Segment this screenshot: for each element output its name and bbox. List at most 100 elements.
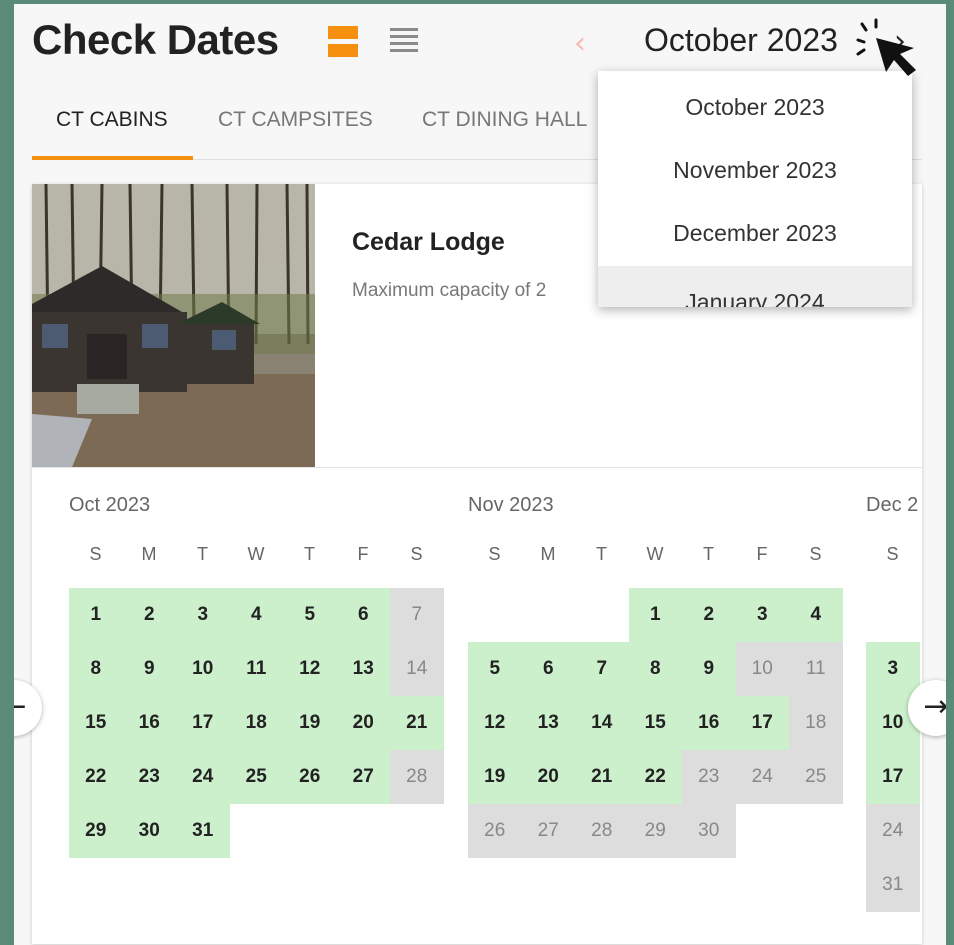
calendar-day[interactable]: 2	[122, 588, 176, 642]
dropdown-option-december-2023[interactable]: December 2023	[598, 197, 912, 260]
calendar-day[interactable]: 17	[735, 696, 789, 750]
calendar-day[interactable]: 24	[176, 750, 230, 804]
calendar-day[interactable]: 6	[521, 642, 575, 696]
calendar-day: 26	[468, 804, 522, 858]
calendar-day[interactable]: 23	[122, 750, 176, 804]
page-title: Check Dates	[32, 16, 279, 63]
calendar-day[interactable]: 17	[176, 696, 230, 750]
list-view-icon[interactable]	[390, 28, 420, 56]
calendar-day[interactable]: 17	[866, 750, 920, 804]
weekday-label: M	[141, 544, 157, 564]
calendar-day[interactable]: 20	[521, 750, 575, 804]
weekday-label: T	[304, 544, 315, 564]
dropdown-option-january-2024[interactable]: January 2024	[598, 266, 912, 307]
calendar-day[interactable]: 22	[69, 750, 123, 804]
calendar-day: 27	[521, 804, 575, 858]
calendar-day[interactable]: 10	[176, 642, 230, 696]
calendar-day[interactable]: 21	[575, 750, 629, 804]
tab-ct-campsites[interactable]: CT CAMPSITES	[218, 108, 373, 132]
calendar-day[interactable]: 18	[229, 696, 283, 750]
weekday-label: F	[756, 544, 768, 564]
dropdown-option-november-2023[interactable]: November 2023	[598, 134, 912, 197]
weekday-label: F	[357, 544, 369, 564]
calendar-month-title: Nov 2023	[468, 494, 554, 516]
calendar-day[interactable]: 30	[122, 804, 176, 858]
listing-capacity: Maximum capacity of 2	[352, 280, 547, 301]
app-window: Check Dates ‹ October 2023 › CT CABINS C…	[14, 4, 946, 945]
weekday-label: W	[247, 544, 265, 564]
calendar-day[interactable]: 5	[283, 588, 337, 642]
mouse-cursor-icon	[856, 18, 916, 76]
calendar-month-title: Dec 2	[866, 494, 919, 516]
calendar-day: 28	[390, 750, 444, 804]
calendar-day[interactable]: 27	[336, 750, 390, 804]
calendar-day[interactable]: 16	[682, 696, 736, 750]
month-selector[interactable]: October 2023	[644, 22, 838, 59]
listing-name: Cedar Lodge	[352, 228, 505, 256]
calendar-day[interactable]: 11	[229, 642, 283, 696]
calendar-day: 24	[866, 804, 920, 858]
calendar-day[interactable]: 4	[229, 588, 283, 642]
tab-ct-dining-hall[interactable]: CT DINING HALL	[422, 108, 587, 132]
weekday-label: T	[703, 544, 714, 564]
calendar-day[interactable]: 7	[575, 642, 629, 696]
calendar-day: 29	[628, 804, 682, 858]
calendar-day[interactable]: 26	[283, 750, 337, 804]
weekday-label: S	[886, 544, 899, 564]
calendar-day[interactable]: 21	[390, 696, 444, 750]
calendar-day: 10	[735, 642, 789, 696]
calendar-day[interactable]: 13	[336, 642, 390, 696]
calendar-day[interactable]: 12	[468, 696, 522, 750]
weekday-label: T	[596, 544, 607, 564]
calendar-day[interactable]: 1	[628, 588, 682, 642]
calendar-day[interactable]: 8	[628, 642, 682, 696]
dropdown-option-october-2023[interactable]: October 2023	[598, 71, 912, 134]
calendar-day[interactable]: 8	[69, 642, 123, 696]
calendar-day[interactable]: 22	[628, 750, 682, 804]
calendar-day[interactable]: 19	[468, 750, 522, 804]
weekday-label: S	[809, 544, 822, 564]
calendar-day[interactable]: 15	[628, 696, 682, 750]
calendar-day[interactable]: 15	[69, 696, 123, 750]
calendar-day: 28	[575, 804, 629, 858]
chevron-left-icon[interactable]: ‹	[574, 26, 586, 61]
calendar-day[interactable]: 9	[682, 642, 736, 696]
calendar-day[interactable]: 19	[283, 696, 337, 750]
calendar-day[interactable]: 13	[521, 696, 575, 750]
calendar-day[interactable]: 5	[468, 642, 522, 696]
calendar-day[interactable]: 29	[69, 804, 123, 858]
calendar-day[interactable]: 20	[336, 696, 390, 750]
calendar-day[interactable]: 3	[866, 642, 920, 696]
cabin-photo	[32, 184, 315, 467]
calendar-day: 25	[789, 750, 843, 804]
calendar-day[interactable]: 31	[176, 804, 230, 858]
calendar-day[interactable]: 12	[283, 642, 337, 696]
weekday-label: S	[410, 544, 423, 564]
calendar-day[interactable]: 2	[682, 588, 736, 642]
calendar-day[interactable]: 4	[789, 588, 843, 642]
card-view-icon[interactable]	[328, 26, 358, 58]
calendar-day[interactable]: 3	[735, 588, 789, 642]
calendar-day[interactable]: 1	[69, 588, 123, 642]
weekday-label: M	[540, 544, 556, 564]
calendar-day: 11	[789, 642, 843, 696]
calendar-day: 24	[735, 750, 789, 804]
calendar-day[interactable]: 16	[122, 696, 176, 750]
calendar-day[interactable]: 25	[229, 750, 283, 804]
weekday-label: S	[89, 544, 102, 564]
calendar-day[interactable]: 3	[176, 588, 230, 642]
calendar-month-title: Oct 2023	[69, 494, 151, 516]
divider	[32, 467, 922, 468]
active-tab-indicator	[32, 156, 193, 160]
calendar-day[interactable]: 6	[336, 588, 390, 642]
tab-ct-cabins[interactable]: CT CABINS	[56, 108, 168, 132]
month-dropdown: October 2023 November 2023 December 2023…	[598, 71, 912, 307]
calendar-day: 7	[390, 588, 444, 642]
weekday-label: W	[646, 544, 664, 564]
calendar-day[interactable]: 9	[122, 642, 176, 696]
weekday-label: M	[920, 544, 923, 565]
calendar-day: 23	[682, 750, 736, 804]
weekday-label: T	[197, 544, 208, 564]
weekday-label: S	[488, 544, 501, 564]
calendar-day[interactable]: 14	[575, 696, 629, 750]
